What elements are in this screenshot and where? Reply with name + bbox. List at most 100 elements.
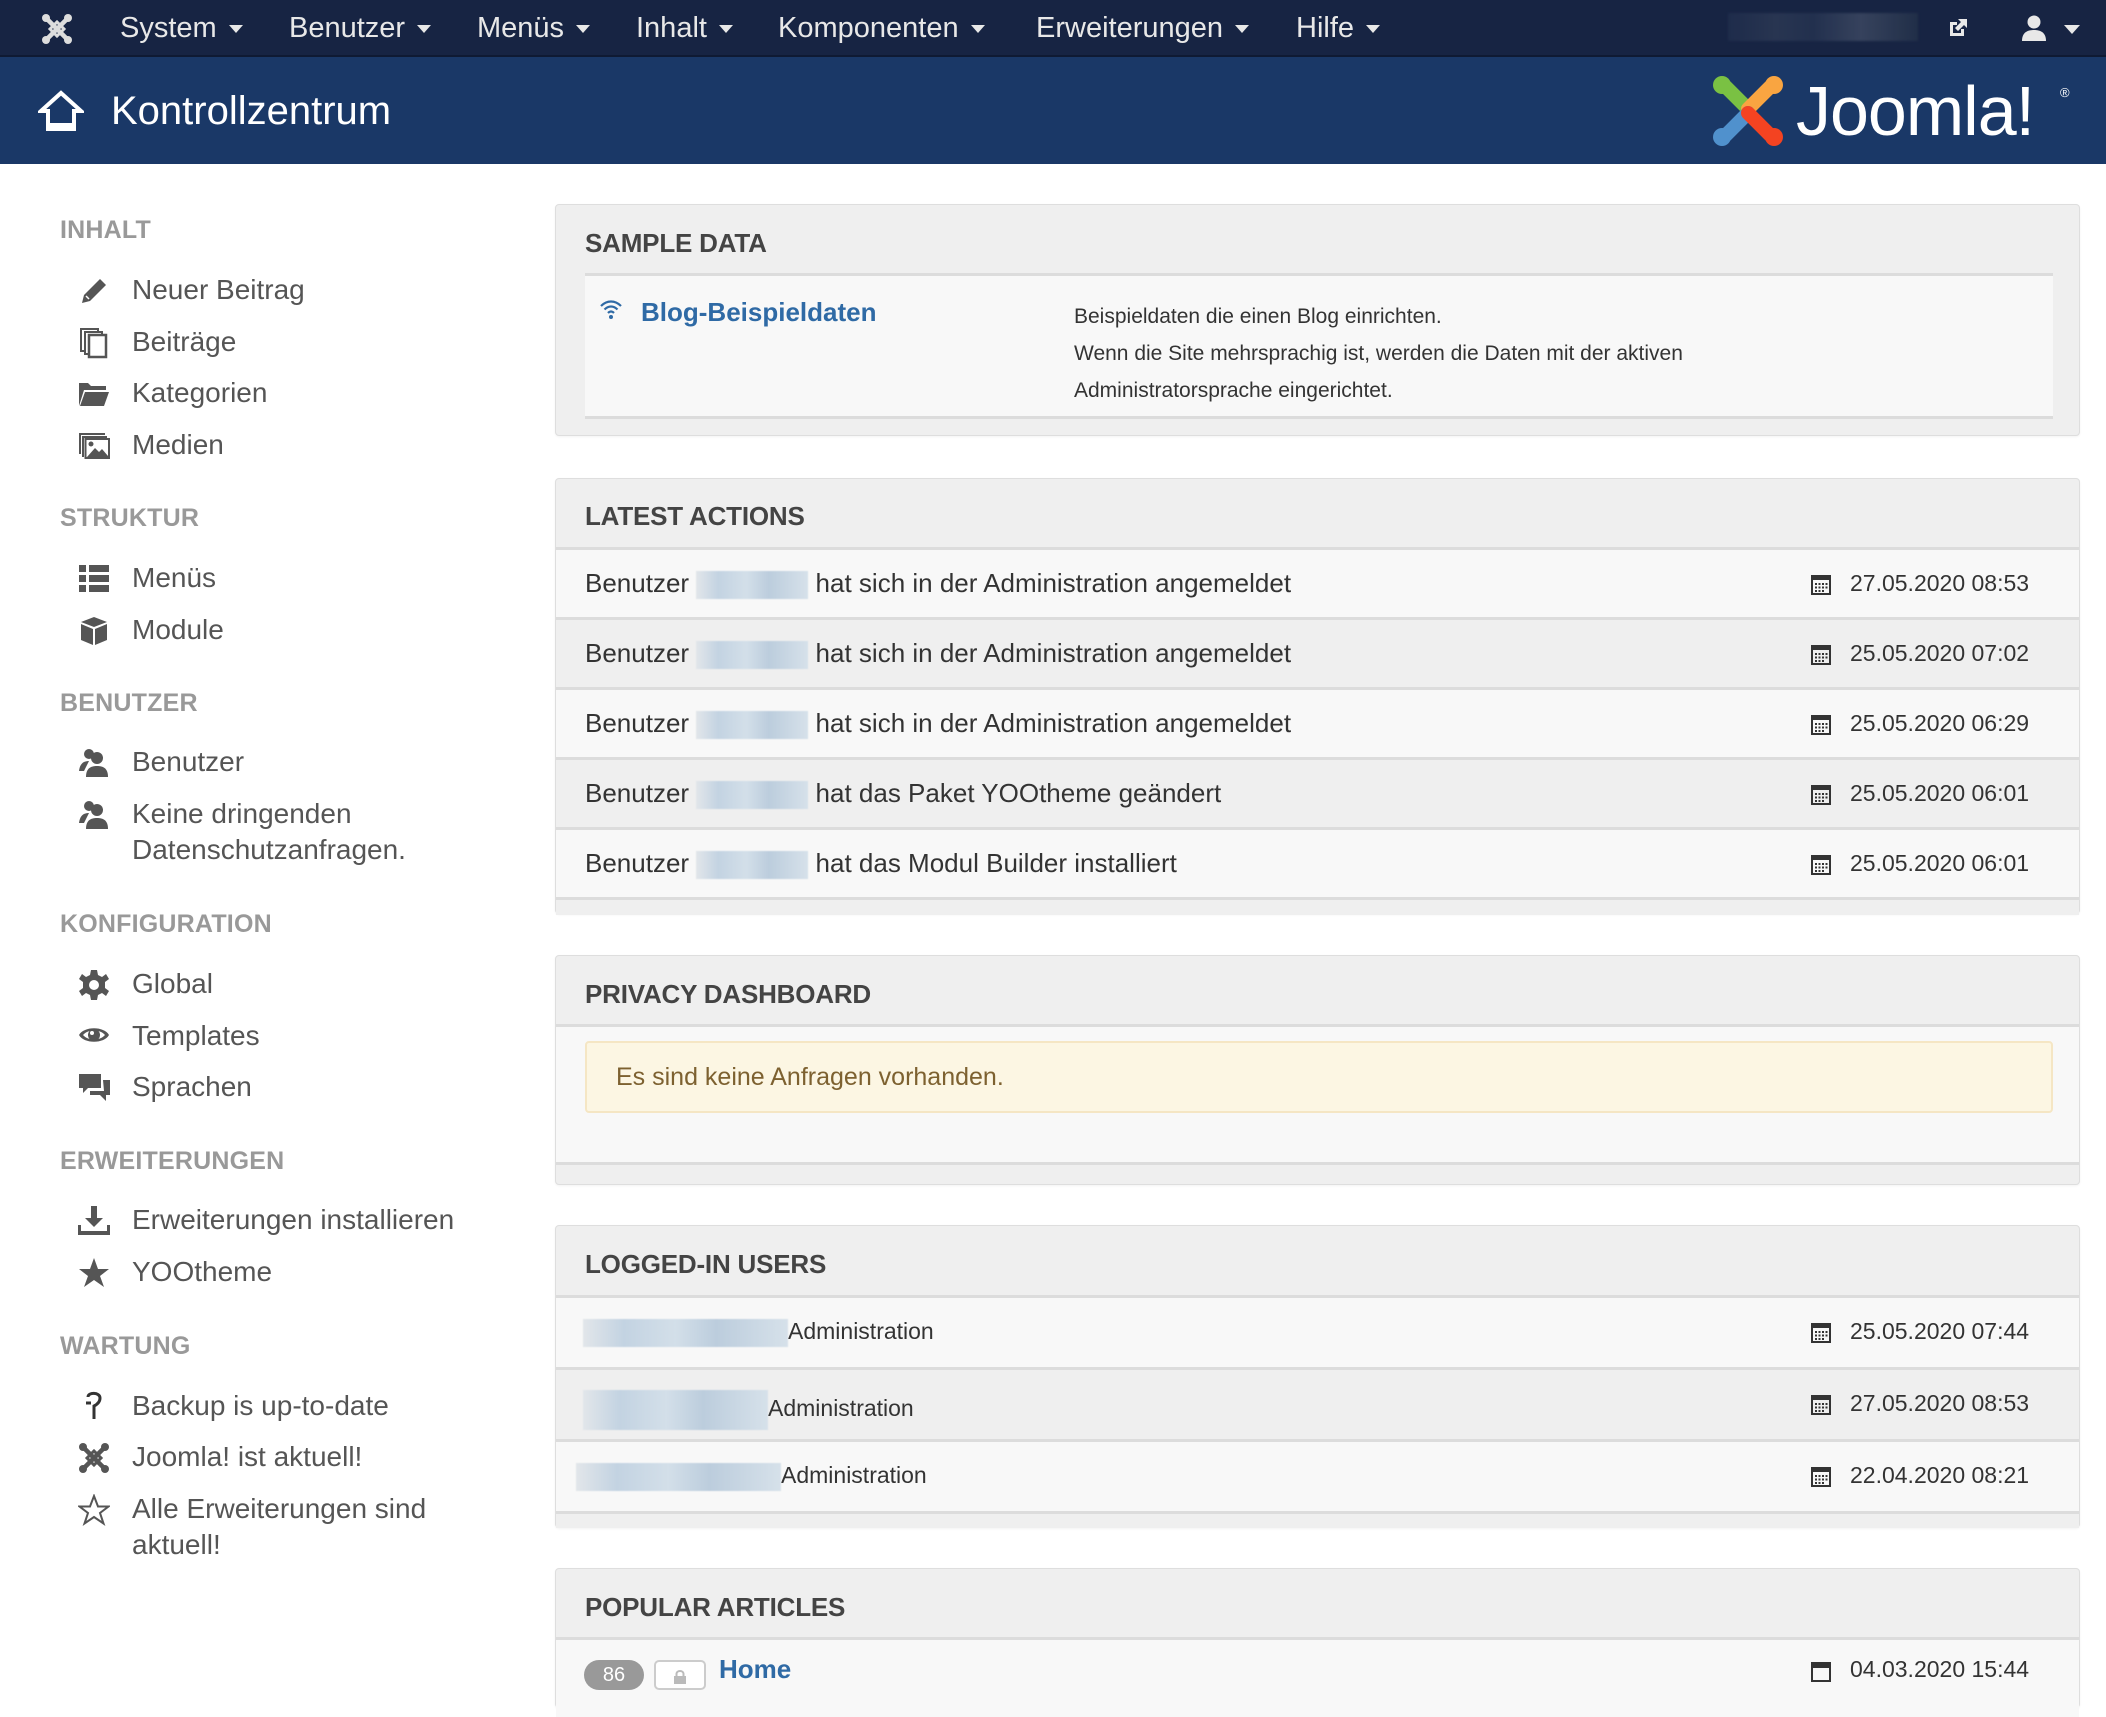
privacy-dashboard-panel: PRIVACY DASHBOARD Es sind keine Anfragen… bbox=[555, 955, 2080, 1185]
sample-data-item: Blog-Beispieldaten Beispieldaten die ein… bbox=[585, 273, 2053, 419]
sample-data-panel: SAMPLE DATA Blog-Beispieldaten Beispield… bbox=[555, 204, 2080, 436]
caret-down-icon bbox=[970, 25, 985, 34]
eye-icon bbox=[79, 1028, 109, 1042]
menu-menues[interactable]: Menüs bbox=[477, 0, 591, 57]
sidebar-item-label: Backup is up-to-date bbox=[132, 1390, 389, 1421]
sidebar-item-sprachen[interactable]: Sprachen bbox=[78, 1069, 498, 1105]
action-description: hat sich in der Administration angemelde… bbox=[815, 708, 1292, 738]
users-icon bbox=[79, 749, 108, 777]
calendar-icon bbox=[1811, 1323, 1831, 1343]
menu-label: Benutzer bbox=[289, 12, 406, 44]
joomla-icon bbox=[79, 1443, 109, 1473]
caret-down-icon bbox=[417, 25, 432, 34]
menu-inhalt[interactable]: Inhalt bbox=[636, 0, 733, 57]
description-line: Administratorsprache eingerichtet. bbox=[1074, 379, 1393, 402]
sidebar-heading-struktur: STRUKTUR bbox=[60, 504, 200, 532]
action-description: hat sich in der Administration angemelde… bbox=[815, 568, 1292, 598]
sidebar-item-beitraege[interactable]: Beiträge bbox=[78, 324, 498, 360]
user-menu-caret-icon[interactable] bbox=[2064, 25, 2080, 34]
calendar-icon bbox=[1811, 1395, 1831, 1415]
blog-sample-data-link[interactable]: Blog-Beispieldaten bbox=[641, 297, 876, 328]
logged-in-users-panel: LOGGED-IN USERS Administration 25.05.2020… bbox=[555, 1225, 2080, 1528]
sidebar-item-module[interactable]: Module bbox=[78, 612, 498, 648]
sidebar-item-global[interactable]: Global bbox=[78, 966, 498, 1002]
list-icon bbox=[79, 565, 109, 592]
calendar-icon bbox=[1811, 645, 1831, 665]
sidebar-item-yootheme[interactable]: YOOtheme bbox=[78, 1254, 498, 1290]
sidebar-item-erweiterungen-aktuell[interactable]: Alle Erweiterungen sind aktuell! bbox=[78, 1491, 498, 1563]
action-date: 25.05.2020 06:29 bbox=[1850, 710, 2030, 736]
username-redacted-link[interactable] bbox=[696, 781, 809, 810]
user-location: Administration bbox=[781, 1462, 927, 1488]
home-icon bbox=[38, 90, 84, 131]
akeeba-backup-icon bbox=[86, 1391, 102, 1419]
sidebar-item-joomla-aktuell[interactable]: Joomla! ist aktuell! bbox=[78, 1439, 498, 1475]
article-title-link[interactable]: Home bbox=[719, 1654, 791, 1685]
menu-hilfe[interactable]: Hilfe bbox=[1296, 0, 1381, 57]
no-requests-alert: Es sind keine Anfragen vorhanden. bbox=[585, 1041, 2053, 1113]
action-text: Benutzer hat sich in der Administration … bbox=[585, 568, 1292, 600]
sidebar-item-menues[interactable]: Menüs bbox=[78, 560, 498, 596]
privacy-body: Es sind keine Anfragen vorhanden. bbox=[556, 1024, 2079, 1165]
latest-actions-panel: LATEST ACTIONS Benutzer hat sich in der … bbox=[555, 478, 2080, 915]
last-activity-date: 25.05.2020 07:44 bbox=[1850, 1318, 2030, 1344]
action-text: Benutzer hat sich in der Administration … bbox=[585, 638, 1291, 670]
username-redacted-link[interactable] bbox=[576, 1462, 781, 1491]
username-redacted-link[interactable] bbox=[696, 641, 809, 670]
sidebar-item-templates[interactable]: Templates bbox=[78, 1018, 498, 1054]
calendar-icon bbox=[1811, 1662, 1831, 1682]
sidebar-item-medien[interactable]: Medien bbox=[78, 427, 498, 463]
panel-title: LOGGED-IN USERS bbox=[585, 1249, 827, 1279]
sidebar-heading-wartung: WARTUNG bbox=[60, 1332, 191, 1360]
username-redacted-link[interactable] bbox=[696, 571, 809, 600]
caret-down-icon bbox=[718, 25, 733, 34]
menu-label: Erweiterungen bbox=[1036, 12, 1223, 44]
action-prefix: Benutzer bbox=[585, 848, 690, 878]
username-redacted-link[interactable] bbox=[696, 711, 809, 740]
action-row: Benutzer hat sich in der Administration … bbox=[556, 687, 2079, 757]
sidebar-item-kategorien[interactable]: Kategorien bbox=[78, 375, 498, 411]
action-date: 25.05.2020 06:01 bbox=[1850, 780, 2030, 806]
menu-label: Menüs bbox=[477, 12, 565, 44]
caret-down-icon bbox=[1235, 25, 1249, 34]
user-icon[interactable] bbox=[2020, 14, 2048, 42]
menu-erweiterungen[interactable]: Erweiterungen bbox=[1036, 0, 1249, 57]
action-row: Benutzer hat das Paket YOOtheme geändert… bbox=[556, 757, 2079, 827]
description-line: Wenn die Site mehrsprachig ist, werden d… bbox=[1074, 342, 1683, 365]
calendar-icon bbox=[1811, 785, 1831, 805]
menu-komponenten[interactable]: Komponenten bbox=[778, 0, 985, 57]
popular-articles-panel: POPULAR ARTICLES 86 Home 04.03.2020 15:4… bbox=[555, 1568, 2080, 1717]
menu-benutzer[interactable]: Benutzer bbox=[289, 0, 432, 57]
menu-label: Komponenten bbox=[778, 12, 959, 44]
external-link-icon[interactable] bbox=[1946, 16, 1970, 40]
pencil-icon bbox=[82, 279, 106, 303]
sidebar-item-neuer-beitrag[interactable]: Neuer Beitrag bbox=[78, 272, 498, 308]
sidebar-item-datenschutzanfragen[interactable]: Keine dringenden Datenschutzanfragen. bbox=[78, 796, 498, 868]
action-date: 25.05.2020 07:02 bbox=[1850, 640, 2030, 666]
hits-badge: 86 bbox=[584, 1660, 644, 1690]
site-name-link-redacted[interactable] bbox=[1728, 13, 1918, 41]
star-icon bbox=[79, 1258, 109, 1287]
calendar-icon bbox=[1811, 855, 1831, 875]
panel-footer bbox=[556, 1511, 2079, 1528]
joomla-brand-icon[interactable] bbox=[40, 12, 74, 46]
cube-icon bbox=[81, 617, 107, 645]
folder-open-icon bbox=[79, 383, 109, 406]
logged-in-user-row: Administration 27.05.2020 08:53 bbox=[556, 1367, 2079, 1439]
calendar-icon bbox=[1811, 1467, 1831, 1487]
user-location: Administration bbox=[768, 1395, 914, 1422]
sidebar-item-benutzer[interactable]: Benutzer bbox=[78, 744, 498, 780]
sidebar-item-backup[interactable]: Backup is up-to-date bbox=[78, 1388, 498, 1424]
sidebar-item-erweiterungen-installieren[interactable]: Erweiterungen installieren bbox=[78, 1202, 498, 1238]
download-icon bbox=[78, 1206, 110, 1235]
menu-system[interactable]: System bbox=[120, 0, 243, 57]
cog-icon bbox=[79, 970, 109, 1000]
username-redacted-link[interactable] bbox=[583, 1390, 768, 1430]
username-redacted-link[interactable] bbox=[696, 851, 809, 880]
sidebar-item-label: Erweiterungen installieren bbox=[132, 1204, 455, 1235]
panel-title: SAMPLE DATA bbox=[585, 228, 767, 258]
username-redacted-link[interactable] bbox=[583, 1318, 788, 1347]
action-row: Benutzer hat sich in der Administration … bbox=[556, 547, 2079, 617]
article-date: 04.03.2020 15:44 bbox=[1850, 1656, 2030, 1682]
sidebar-heading-erweiterungen: ERWEITERUNGEN bbox=[60, 1147, 285, 1175]
